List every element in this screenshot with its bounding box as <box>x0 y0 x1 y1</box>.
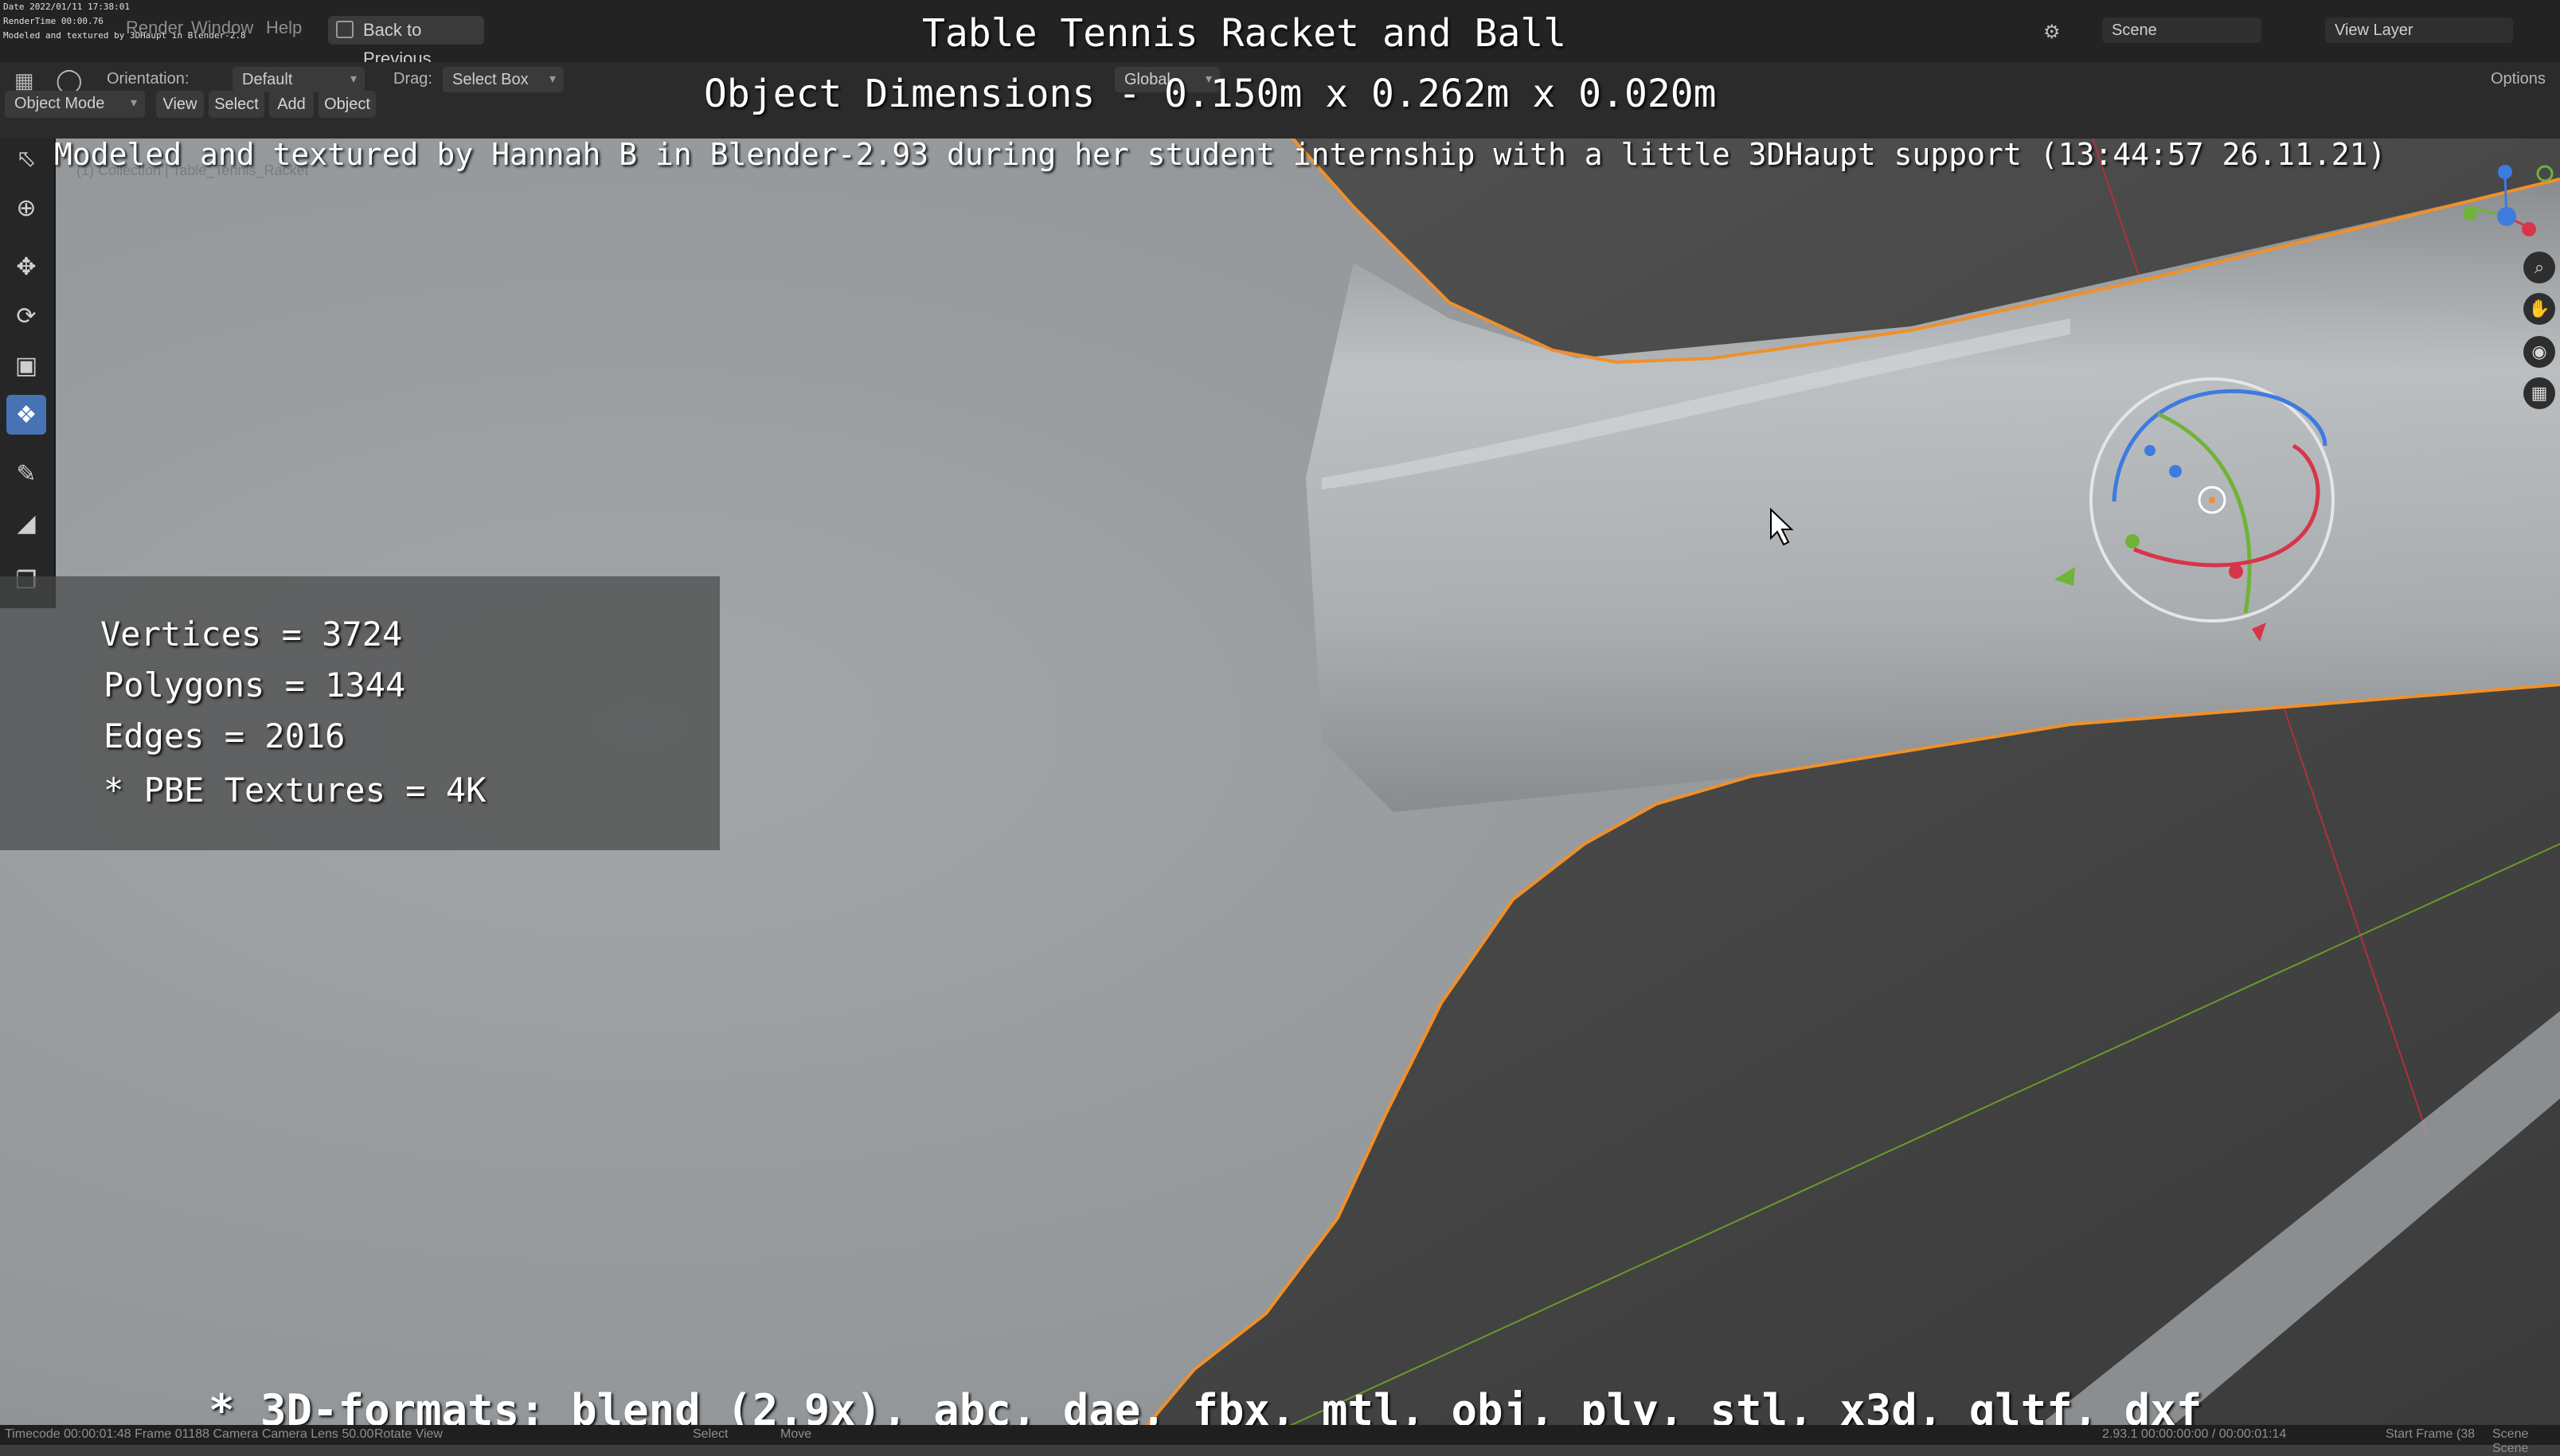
nav-z-dot <box>2498 165 2512 179</box>
view-layer-label: View Layer <box>2335 21 2413 39</box>
orientation-dropdown[interactable]: Default ▾ <box>233 67 365 92</box>
orientation-value: Default <box>242 71 293 88</box>
gizmo-green-handle <box>2125 534 2140 548</box>
debug-date: Date 2022/01/11 17:38:01 <box>3 2 130 12</box>
stat-edges: Edges = 2016 <box>104 716 346 755</box>
status-scene: Scene Scene <box>2492 1427 2529 1455</box>
stat-textures: * PBE Textures = 4K <box>104 771 487 810</box>
drag-value: Select Box <box>452 71 529 88</box>
scene-label: Scene <box>2112 21 2157 39</box>
chevron-down-icon: ▾ <box>350 72 357 86</box>
stat-vertices: Vertices = 3724 <box>100 615 403 654</box>
transform-icon[interactable]: ❖ <box>6 395 46 435</box>
scene-selector-icon[interactable]: ⚙ <box>2043 21 2061 44</box>
back-to-previous-button[interactable]: Back to Previous <box>328 16 484 68</box>
menu-object[interactable]: Object <box>319 91 376 118</box>
nav-x-dot <box>2522 222 2536 236</box>
select-box-icon[interactable]: ⬁ <box>6 139 46 178</box>
chevron-down-icon: ▾ <box>549 72 556 86</box>
grid-icon[interactable]: ▦ <box>2523 377 2555 409</box>
drag-label: Drag: <box>393 70 432 88</box>
view-layer-field[interactable]: View Layer <box>2325 18 2513 43</box>
status-version: 2.93.1 00:00:00:00 / 00:00:01:14 <box>2102 1427 2287 1441</box>
status-bar: Timecode 00:00:01:48 Frame 01188 Camera … <box>0 1425 2560 1455</box>
annotate-icon[interactable]: ✎ <box>6 454 46 494</box>
overlay-credits: Modeled and textured by Hannah B in Blen… <box>54 137 2386 172</box>
overlay-dimensions: Object Dimensions - 0.150m x 0.262m x 0.… <box>704 72 1717 116</box>
menu-select[interactable]: Select <box>209 91 264 118</box>
menu-add[interactable]: Add <box>269 91 314 118</box>
debug-rendertime: RenderTime 00:00.76 <box>3 16 104 26</box>
drag-dropdown[interactable]: Select Box ▾ <box>443 67 564 92</box>
editor-type-icon[interactable]: ▦ <box>14 68 34 93</box>
object-mode-value: Object Mode <box>14 95 105 112</box>
back-button-label: Back to Previous <box>363 20 432 68</box>
stat-polygons: Polygons = 1344 <box>104 666 406 705</box>
overlay-title: Table Tennis Racket and Ball <box>922 11 1567 56</box>
mesh-stats-panel: Vertices = 3724 Polygons = 1344 Edges = … <box>0 576 720 850</box>
gizmo-pivot <box>2209 497 2215 503</box>
status-timecode: Timecode 00:00:01:48 Frame 01188 Camera … <box>5 1427 374 1441</box>
menu-help[interactable]: Help <box>266 18 302 38</box>
tool-shelf: ⬁ ⊕ ✥ ⟳ ▣ ❖ ✎ ◢ ❐ <box>0 139 56 608</box>
zoom-icon[interactable]: ⌕ <box>2523 252 2555 283</box>
cursor-icon[interactable]: ⊕ <box>6 188 46 228</box>
chevron-down-icon: ▾ <box>130 96 137 110</box>
status-start-frame: Start Frame (38 <box>2386 1427 2476 1441</box>
gizmo-blue-handle-2 <box>2144 445 2155 456</box>
nav-y-dot <box>2463 206 2477 221</box>
status-move: Move <box>780 1427 812 1441</box>
rotate-icon[interactable]: ⟳ <box>6 296 46 336</box>
object-mode-dropdown[interactable]: Object Mode ▾ <box>5 91 145 118</box>
options-button[interactable]: Options <box>2491 70 2546 88</box>
measure-icon[interactable]: ◢ <box>6 503 46 543</box>
gizmo-red-handle <box>2229 564 2243 579</box>
gizmo-blue-handle <box>2169 465 2182 478</box>
menu-render[interactable]: Render <box>126 18 183 38</box>
move-icon[interactable]: ✥ <box>6 247 46 287</box>
scene-field[interactable]: Scene <box>2102 18 2261 43</box>
status-select: Select <box>693 1427 729 1441</box>
menu-window[interactable]: Window <box>191 18 253 38</box>
back-icon <box>336 21 354 38</box>
orientation-label: Orientation: <box>107 70 190 88</box>
status-rotate-view: Rotate View <box>374 1427 443 1441</box>
camera-icon[interactable]: ◉ <box>2523 336 2555 368</box>
hand-pan-icon[interactable]: ✋ <box>2523 293 2555 325</box>
nav-center <box>2497 207 2516 226</box>
menu-view[interactable]: View <box>156 91 204 118</box>
scale-icon[interactable]: ▣ <box>6 345 46 385</box>
